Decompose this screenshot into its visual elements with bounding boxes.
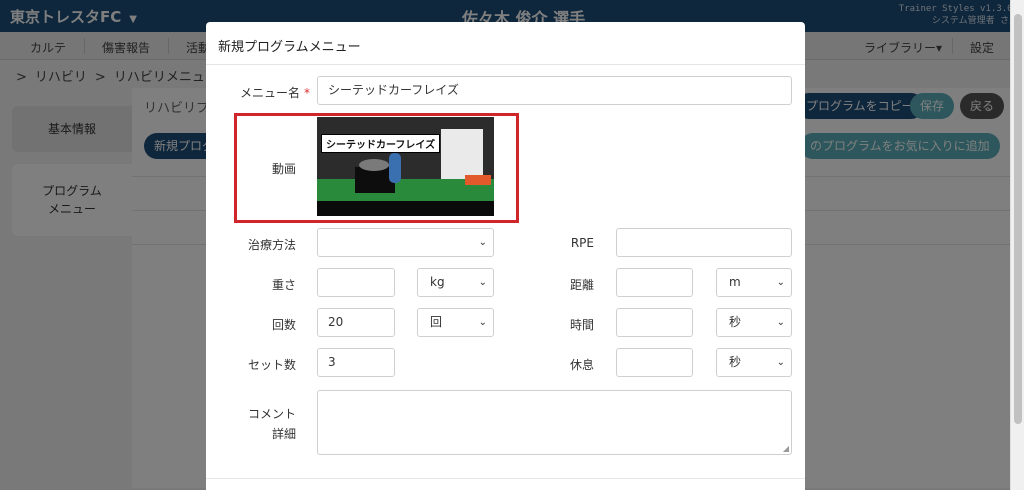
resize-handle-icon[interactable]: ◢ (783, 444, 789, 453)
required-mark: * (304, 86, 310, 100)
scrollbar-thumb[interactable] (1014, 14, 1022, 424)
reps-input[interactable]: 20 (317, 308, 395, 337)
distance-unit-select[interactable]: m ⌄ (716, 268, 792, 297)
treatment-label: 治療方法 (247, 238, 296, 252)
weight-unit-value: kg (430, 275, 445, 289)
new-program-menu-modal: 新規プログラムメニュー メニュー名 * シーテッドカーフレイズ 動画 シーテッドカ… (206, 22, 805, 490)
weight-input[interactable] (317, 268, 395, 297)
rpe-label: RPE (570, 236, 594, 250)
comment-label: コメント 詳細 (247, 407, 296, 441)
distance-unit-value: m (729, 275, 741, 289)
sets-label: セット数 (247, 358, 296, 372)
treatment-select[interactable]: ⌄ (317, 228, 494, 257)
distance-label: 距離 (569, 278, 594, 292)
comment-textarea[interactable]: ◢ (317, 390, 792, 455)
rest-input[interactable] (616, 348, 693, 377)
chevron-down-icon: ⌄ (776, 357, 785, 368)
sets-input[interactable]: 3 (317, 348, 395, 377)
reps-unit-value: 回 (430, 315, 443, 329)
rest-unit-select[interactable]: 秒 ⌄ (716, 348, 792, 377)
distance-input[interactable] (616, 268, 693, 297)
reps-unit-select[interactable]: 回 ⌄ (417, 308, 494, 337)
time-unit-select[interactable]: 秒 ⌄ (716, 308, 792, 337)
chevron-down-icon: ⌄ (776, 317, 785, 328)
chevron-down-icon: ⌄ (478, 277, 487, 288)
video-balance-ball (359, 159, 389, 171)
video-caption: シーテッドカーフレイズ (321, 134, 441, 153)
time-unit-value: 秒 (729, 315, 742, 329)
time-input[interactable] (616, 308, 693, 337)
chevron-down-icon: ⌄ (478, 317, 487, 328)
weight-unit-select[interactable]: kg ⌄ (417, 268, 494, 297)
video-shelf (441, 129, 483, 181)
video-thumbnail[interactable]: シーテッドカーフレイズ (317, 117, 494, 216)
reps-label: 回数 (271, 318, 296, 332)
menu-name-input[interactable]: シーテッドカーフレイズ (317, 76, 792, 105)
video-step (465, 175, 491, 185)
modal-title: 新規プログラムメニュー (206, 22, 805, 65)
rest-unit-value: 秒 (729, 355, 742, 369)
scrollbar[interactable] (1010, 0, 1024, 490)
menu-name-label: メニュー名 * (226, 84, 310, 101)
rpe-input[interactable] (616, 228, 792, 257)
video-bottom-bar (317, 201, 494, 216)
time-label: 時間 (569, 318, 594, 332)
weight-label: 重さ (271, 278, 296, 292)
rest-label: 休息 (569, 358, 594, 372)
video-person (389, 153, 401, 183)
modal-footer-divider (206, 478, 805, 479)
chevron-down-icon: ⌄ (478, 237, 487, 248)
menu-name-label-text: メニュー名 (239, 86, 300, 100)
video-label: 動画 (271, 162, 296, 176)
chevron-down-icon: ⌄ (776, 277, 785, 288)
